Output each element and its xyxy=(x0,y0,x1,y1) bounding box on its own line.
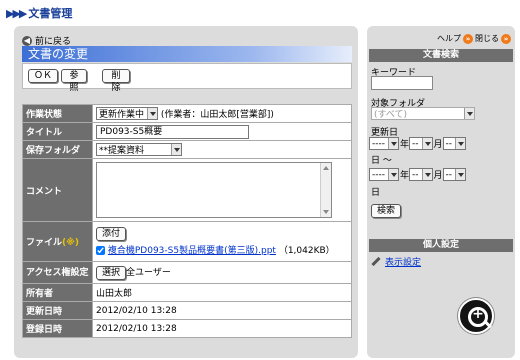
comment-label: コメント xyxy=(22,158,93,222)
date-from: ---- 年 -- 月 -- xyxy=(369,137,467,150)
month-unit: 月 xyxy=(433,171,443,181)
page-title: 文書の変更 xyxy=(22,46,352,62)
help-link[interactable]: ヘルプ xyxy=(437,33,461,44)
day-end-label: 日 xyxy=(371,188,381,198)
comment-textarea[interactable] xyxy=(96,162,332,218)
scrollbar[interactable] xyxy=(320,163,331,217)
date-to: ---- 年 -- 月 -- xyxy=(369,168,467,181)
month-unit: 月 xyxy=(433,140,443,150)
triple-arrow-icon: ▶▶▶ xyxy=(6,7,27,20)
day-from-value: -- xyxy=(445,138,453,149)
chevron-down-icon xyxy=(421,169,432,180)
owner-value: 山田太郎 xyxy=(92,283,352,302)
row-comment: コメント xyxy=(22,158,352,222)
chevron-down-icon xyxy=(147,108,158,119)
worker-note: (作業者：山田太郎[営業部]) xyxy=(160,110,274,120)
year-unit: 年 xyxy=(400,140,410,150)
year-unit: 年 xyxy=(400,171,410,181)
year-from-select[interactable]: ---- xyxy=(369,137,399,150)
folder-select[interactable]: **提案資料 xyxy=(96,143,182,156)
chevron-down-icon xyxy=(388,138,398,149)
row-created: 登録日時 2012/02/10 13:28 xyxy=(22,319,352,338)
file-label: ファイル(※) xyxy=(22,221,93,262)
file-size: （1,042KB） xyxy=(278,246,335,256)
main-panel: ◀ 前に戻る 文書の変更 ＯＫ 参照 削除 作業状態 更新作業中 (作業者：山田太… xyxy=(14,26,358,358)
attach-button[interactable]: 添付 xyxy=(96,227,127,241)
row-file: ファイル(※) 添付 複合機PD093-S5製品概要書(第三版).ppt （1,… xyxy=(22,221,352,262)
access-label: アクセス権設定 xyxy=(22,261,93,284)
chevron-down-icon xyxy=(388,169,398,180)
help-arrow-icon[interactable]: » xyxy=(463,33,473,44)
pencil-icon xyxy=(371,256,381,267)
day-from-select[interactable]: -- xyxy=(442,137,467,150)
status-select[interactable]: 更新作業中 xyxy=(96,107,159,120)
owner-label: 所有者 xyxy=(22,283,93,302)
required-mark: (※) xyxy=(62,238,79,248)
button-row: ＯＫ 参照 削除 xyxy=(22,63,352,93)
year-from-value: ---- xyxy=(372,138,385,149)
search-button[interactable]: 検索 xyxy=(371,204,402,218)
close-link[interactable]: 閉じる xyxy=(475,33,499,44)
zoom-in-icon[interactable]: + xyxy=(458,298,494,334)
file-checkbox[interactable] xyxy=(96,246,105,255)
row-folder: 保存フォルダ **提案資料 xyxy=(22,140,352,159)
reference-button[interactable]: 参照 xyxy=(61,69,87,93)
updated-value: 2012/02/10 13:28 xyxy=(92,301,352,320)
side-panel: ヘルプ» 閉じる» 文書検索 キーワード 対象フォルダ (すべて) 更新日 --… xyxy=(367,26,515,358)
status-label: 作業状態 xyxy=(22,104,93,123)
date-range-sep: 日 ～ xyxy=(371,156,392,166)
row-owner: 所有者 山田太郎 xyxy=(22,283,352,302)
document-form: 作業状態 更新作業中 (作業者：山田太郎[営業部]) タイトル PD093-S5… xyxy=(22,104,352,338)
month-to-select[interactable]: -- xyxy=(409,168,433,181)
row-updated: 更新日時 2012/02/10 13:28 xyxy=(22,301,352,320)
delete-button[interactable]: 削除 xyxy=(102,69,130,93)
chevron-down-icon xyxy=(464,108,474,119)
app-title-text: 文書管理 xyxy=(28,7,73,20)
month-from-value: -- xyxy=(412,138,419,149)
keyword-input[interactable] xyxy=(371,76,433,90)
personal-settings-header: 個人設定 xyxy=(369,239,513,252)
access-value: 全ユーザー xyxy=(126,268,171,278)
file-label-text: ファイル xyxy=(26,238,63,248)
folder-filter-value: (すべて) xyxy=(374,110,408,120)
day-to-value: -- xyxy=(445,169,453,180)
chevron-down-icon xyxy=(455,169,466,180)
close-arrow-icon[interactable]: » xyxy=(501,33,511,44)
year-to-select[interactable]: ---- xyxy=(369,168,399,181)
created-value: 2012/02/10 13:28 xyxy=(92,319,352,338)
folder-label: 保存フォルダ xyxy=(22,140,93,159)
search-header: 文書検索 xyxy=(369,49,513,62)
ok-button[interactable]: ＯＫ xyxy=(28,69,58,83)
status-select-value: 更新作業中 xyxy=(99,110,145,120)
folder-filter-select[interactable]: (すべて) xyxy=(371,107,475,120)
chevron-down-icon xyxy=(421,138,432,149)
updated-label: 更新日時 xyxy=(22,301,93,320)
back-arrow-icon: ◀ xyxy=(22,35,32,46)
display-settings-link[interactable]: 表示設定 xyxy=(385,255,421,268)
year-to-value: ---- xyxy=(372,169,385,180)
chevron-down-icon xyxy=(455,138,466,149)
folder-select-value: **提案資料 xyxy=(99,146,145,156)
title-label: タイトル xyxy=(22,122,93,141)
month-to-value: -- xyxy=(412,169,419,180)
app-title: ▶▶▶ 文書管理 xyxy=(6,5,72,21)
chevron-down-icon xyxy=(171,144,181,155)
row-access: アクセス権設定 選択 全ユーザー xyxy=(22,261,352,284)
title-input[interactable]: PD093-S5概要 xyxy=(96,124,249,139)
month-from-select[interactable]: -- xyxy=(409,137,433,150)
row-status: 作業状態 更新作業中 (作業者：山田太郎[営業部]) xyxy=(22,104,352,123)
file-link[interactable]: 複合機PD093-S5製品概要書(第三版).ppt xyxy=(108,246,276,256)
created-label: 登録日時 xyxy=(22,319,93,338)
day-to-select[interactable]: -- xyxy=(442,168,467,181)
row-title: タイトル PD093-S5概要 xyxy=(22,122,352,141)
select-button[interactable]: 選択 xyxy=(96,266,127,280)
